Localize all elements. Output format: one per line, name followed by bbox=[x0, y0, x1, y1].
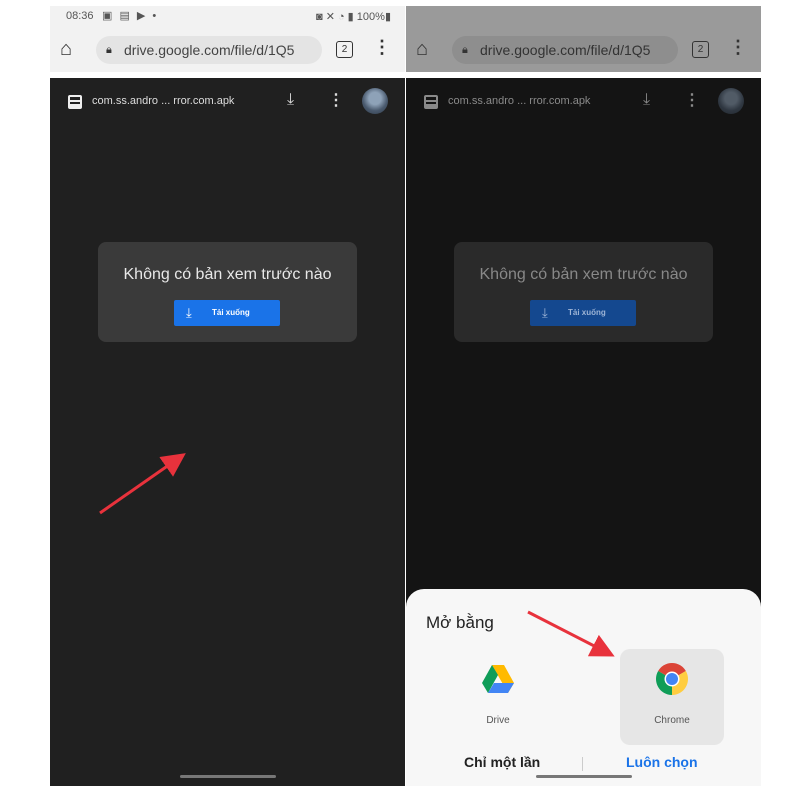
arrow-to-download-button bbox=[99, 453, 186, 515]
annotation-arrows bbox=[99, 453, 615, 657]
arrow-to-chrome-option bbox=[527, 610, 615, 657]
